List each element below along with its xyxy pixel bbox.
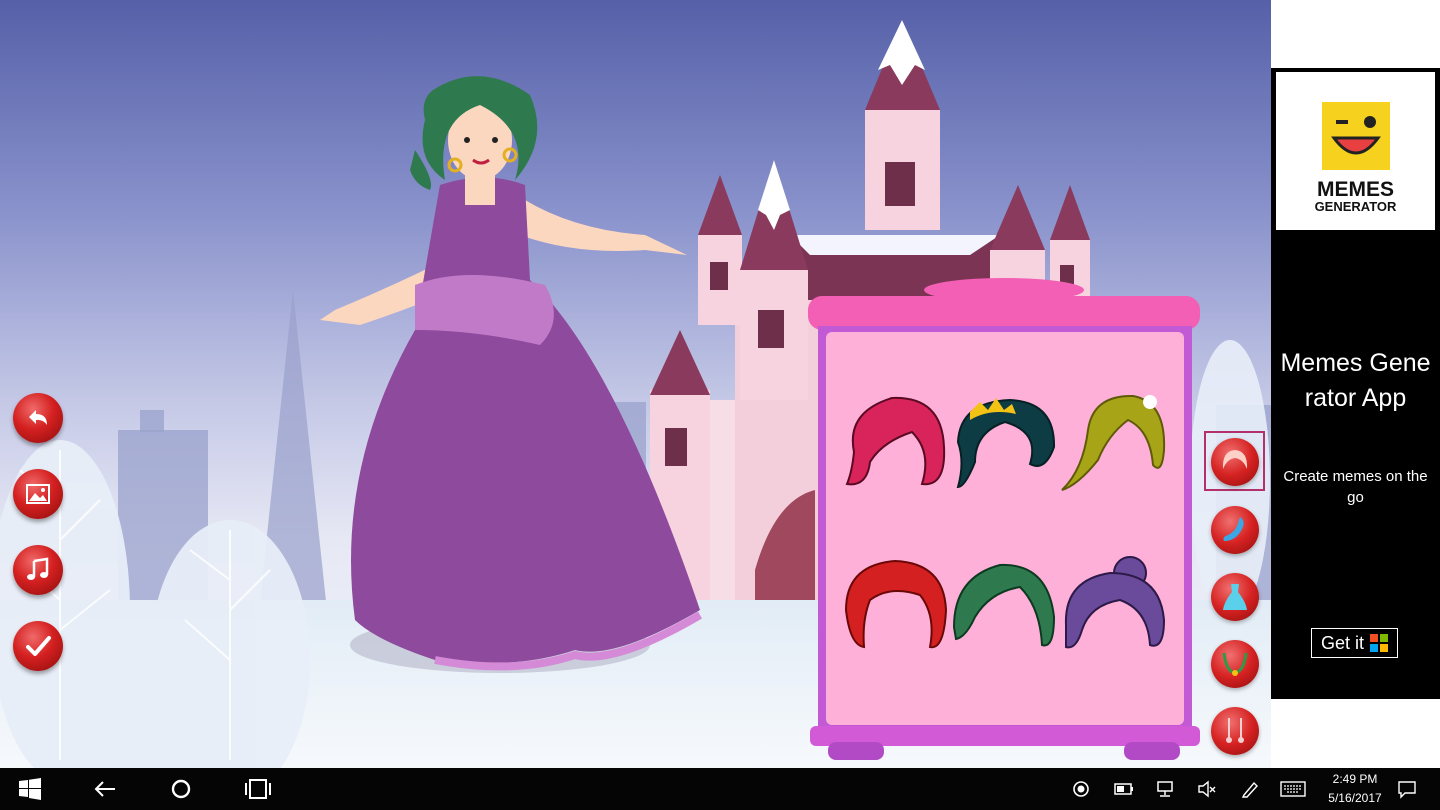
game-canvas [0, 0, 1271, 768]
network-icon[interactable] [1156, 779, 1176, 799]
volume-muted-icon[interactable] [1197, 779, 1217, 799]
checkmark-icon [26, 636, 51, 656]
keyboard-icon[interactable] [1280, 779, 1306, 799]
music-note-icon [27, 557, 49, 580]
ad-panel: MEMES GENERATOR Memes Generator App Crea… [1271, 0, 1440, 768]
back-arrow-icon [29, 410, 47, 425]
record-icon[interactable] [1071, 779, 1091, 799]
taskbar-clock[interactable]: 2:49 PM 5/16/2017 [1310, 770, 1400, 808]
category-accessory[interactable] [1211, 506, 1259, 554]
category-earrings[interactable] [1211, 707, 1259, 755]
clock-date: 5/16/2017 [1328, 791, 1382, 805]
category-necklace[interactable] [1211, 640, 1259, 688]
wardrobe-panel [808, 278, 1200, 760]
dress-icon [1223, 584, 1247, 610]
music-button[interactable] [13, 545, 63, 595]
back-icon[interactable] [92, 777, 118, 801]
get-it-label: Get it [1320, 632, 1364, 653]
picture-icon [26, 484, 50, 504]
background-button[interactable] [13, 469, 63, 519]
necklace-icon [1222, 652, 1248, 676]
ad-subtitle: Create memes on the go [1283, 468, 1428, 506]
earrings-icon [1226, 718, 1244, 743]
ad-logo-card: MEMES GENERATOR [1276, 72, 1435, 230]
hair-icon [1222, 450, 1248, 469]
back-button[interactable] [13, 393, 63, 443]
windows-start-icon[interactable] [18, 777, 42, 801]
ad-title: Memes Generator App [1280, 349, 1431, 412]
scarf-icon [1223, 517, 1244, 541]
princess-character [320, 76, 703, 673]
wardrobe-item-hair-dark-teal-tiara[interactable] [950, 392, 1060, 490]
cortana-icon[interactable] [169, 777, 193, 801]
done-button[interactable] [13, 621, 63, 671]
task-view-icon[interactable] [244, 777, 272, 801]
wardrobe-item-hair-purple-updo[interactable] [1060, 555, 1168, 653]
battery-icon[interactable] [1114, 779, 1134, 799]
wardrobe-item-hair-olive-blonde[interactable] [1058, 390, 1168, 494]
windows-store-icon [1370, 634, 1388, 652]
pen-icon[interactable] [1240, 779, 1260, 799]
wardrobe-item-hair-pink-bob[interactable] [842, 392, 948, 490]
ad-logo-text-line2: GENERATOR [1314, 199, 1397, 214]
wardrobe-item-hair-green-wavy[interactable] [950, 557, 1058, 651]
notification-icon[interactable] [1397, 779, 1417, 799]
get-it-button[interactable]: Get it [1311, 628, 1398, 658]
windows-taskbar: 2:49 PM 5/16/2017 [0, 768, 1440, 810]
category-dress[interactable] [1211, 573, 1259, 621]
category-hair[interactable] [1211, 438, 1259, 486]
clock-time: 2:49 PM [1332, 772, 1378, 786]
memes-generator-logo [1322, 102, 1390, 170]
wardrobe-item-hair-red-curly[interactable] [840, 555, 950, 653]
ad-banner[interactable]: MEMES GENERATOR Memes Generator App Crea… [1271, 68, 1440, 699]
